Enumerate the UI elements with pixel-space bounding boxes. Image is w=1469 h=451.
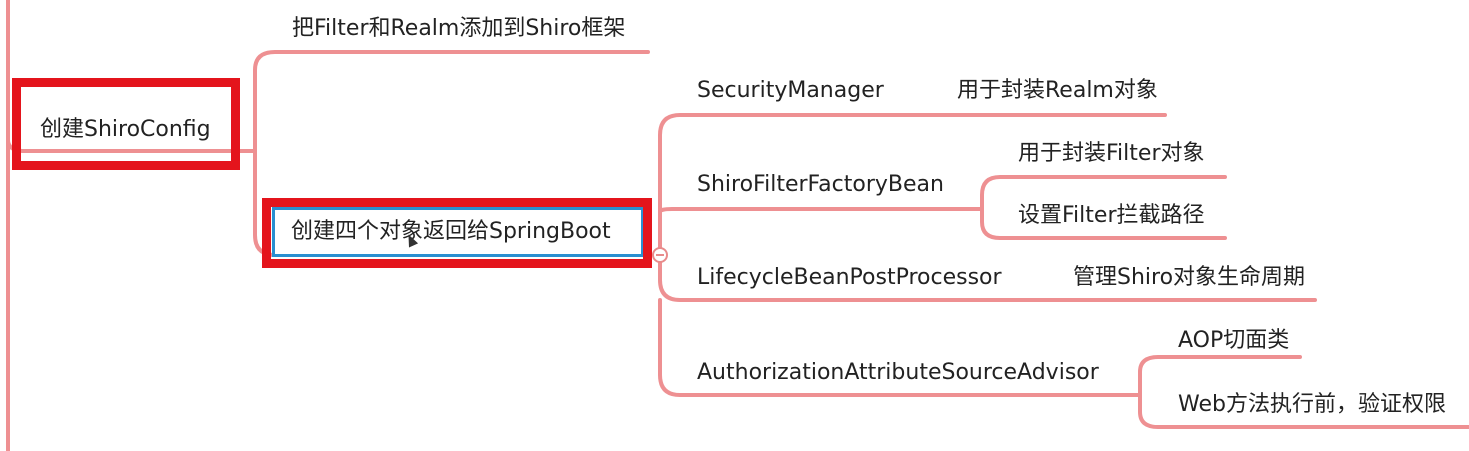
branch-add-filter-label[interactable]: 把Filter和Realm添加到Shiro框架 [292, 16, 625, 42]
object-securitymanager-label[interactable]: SecurityManager [697, 78, 884, 104]
object-authorization-desc-web[interactable]: Web方法执行前，验证权限 [1178, 392, 1446, 418]
object-authorization-label[interactable]: AuthorizationAttributeSourceAdvisor [697, 360, 1099, 386]
root-node-label[interactable]: 创建ShiroConfig [40, 117, 211, 143]
sub-aop [1138, 355, 1302, 397]
collapse-minus-icon[interactable] [652, 247, 668, 263]
object-authorization-desc-aop[interactable]: AOP切面类 [1178, 328, 1289, 354]
object-lifecycle-desc[interactable]: 管理Shiro对象生命周期 [1073, 265, 1305, 291]
object-shirofilter-desc-wrap[interactable]: 用于封装Filter对象 [1018, 141, 1205, 167]
object-shirofilterfactorybean-label[interactable]: ShiroFilterFactoryBean [697, 172, 944, 198]
branch-shirofilterfactorybean [658, 207, 984, 214]
object-shirofilter-desc-path[interactable]: 设置Filter拦截路径 [1018, 203, 1205, 229]
object-securitymanager-desc[interactable]: 用于封装Realm对象 [957, 78, 1158, 104]
branch-create-four-label[interactable]: 创建四个对象返回给SpringBoot [291, 219, 611, 245]
object-lifecycle-label[interactable]: LifecycleBeanPostProcessor [697, 265, 1002, 291]
root-to-filter-branch [238, 50, 650, 153]
